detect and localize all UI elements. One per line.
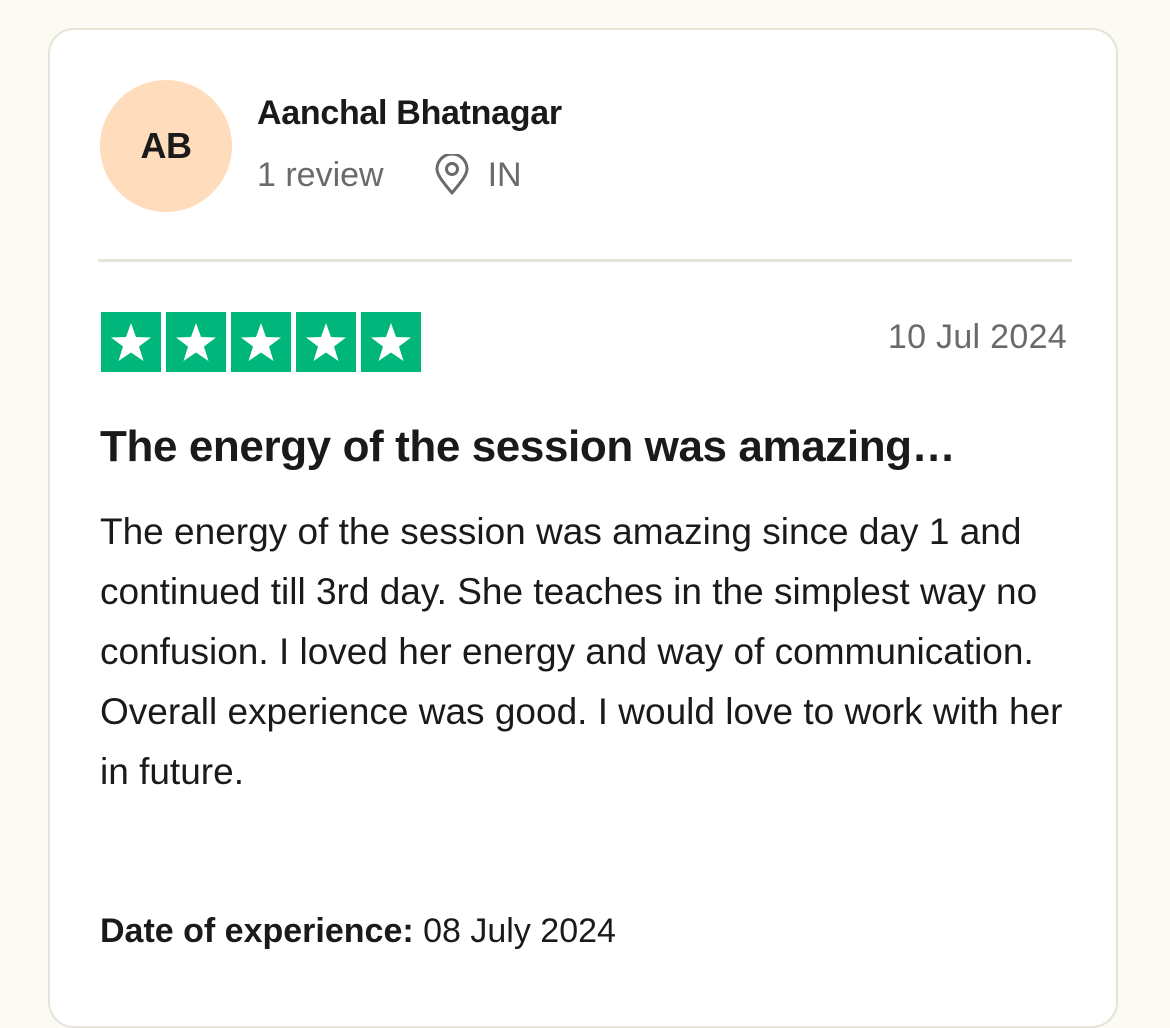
star-icon	[231, 312, 291, 372]
star-rating	[101, 312, 421, 372]
star-icon	[101, 312, 161, 372]
avatar-initials: AB	[140, 125, 193, 166]
star-icon	[296, 312, 356, 372]
review-date: 10 Jul 2024	[887, 318, 1067, 356]
review-body: The energy of the session was amazing si…	[100, 511, 1063, 792]
review-card: AB Aanchal Bhatnagar 1 review IN 10 Jul …	[48, 28, 1118, 1028]
divider	[98, 259, 1072, 262]
reviewer-country: IN	[487, 155, 522, 194]
reviewer-meta: 1 review IN	[257, 152, 522, 196]
reviewer-name[interactable]: Aanchal Bhatnagar	[257, 94, 562, 133]
date-of-experience: Date of experience: 08 July 2024	[100, 912, 616, 951]
experience-date: 08 July 2024	[423, 912, 616, 950]
star-icon	[166, 312, 226, 372]
avatar[interactable]: AB	[100, 80, 232, 212]
review-count: 1 review	[257, 155, 384, 194]
location-pin-icon	[432, 152, 472, 196]
experience-label: Date of experience:	[100, 912, 414, 950]
review-title[interactable]: The energy of the session was amazing…	[100, 422, 956, 472]
star-icon	[361, 312, 421, 372]
